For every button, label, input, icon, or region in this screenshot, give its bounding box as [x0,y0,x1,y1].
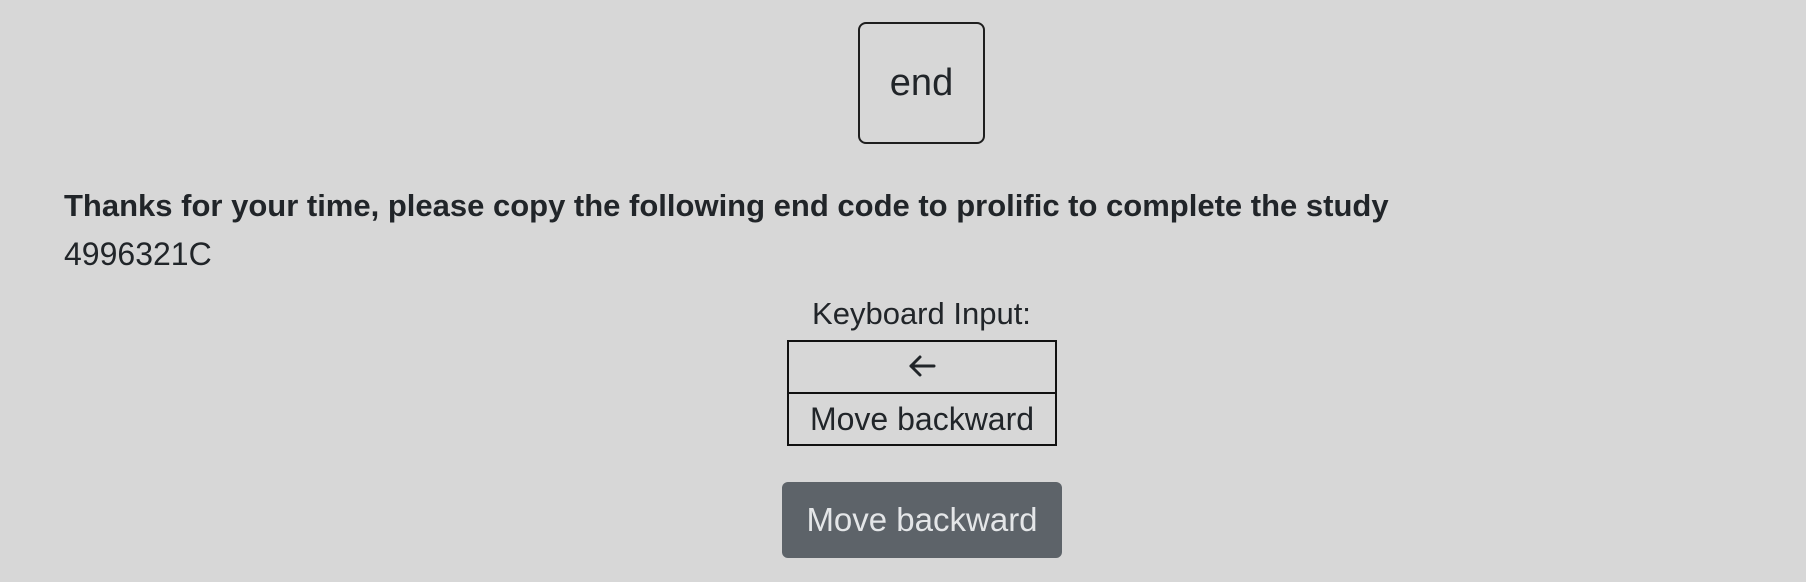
stage-indicator: end [858,22,985,144]
keyboard-input-table: Move backward [787,340,1057,446]
keyboard-input-label: Keyboard Input: [812,296,1031,331]
move-backward-button[interactable]: Move backward [782,482,1062,558]
end-code: 4996321C [64,236,212,272]
action-row: Move backward [787,392,1057,446]
stage-label: end [889,61,954,104]
end-page: end Thanks for your time, please copy th… [0,0,1806,582]
arrow-left-icon [907,350,937,387]
key-cell [787,340,1057,394]
action-cell: Move backward [787,392,1057,446]
completion-message: Thanks for your time, please copy the fo… [64,188,1389,223]
key-row [787,340,1057,394]
